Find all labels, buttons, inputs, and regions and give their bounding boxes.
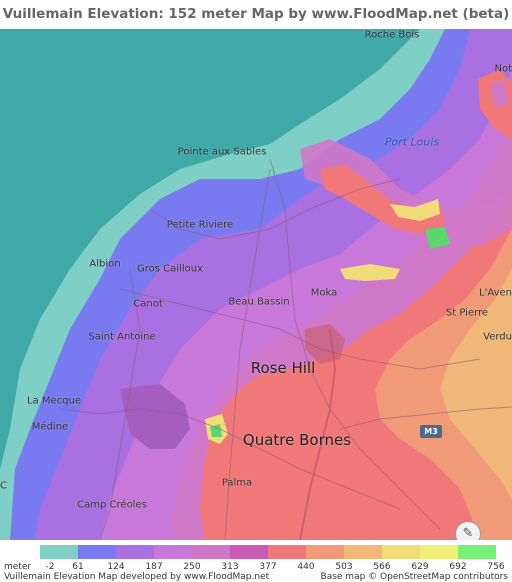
place-saint-antoine: Saint Antoine (88, 331, 156, 343)
legend-label: 313 (221, 562, 239, 572)
legend-label: 440 (297, 562, 315, 572)
place-palma: Palma (221, 477, 253, 489)
place-camp-creoles: Camp Créoles (77, 499, 147, 511)
legend-swatch (154, 545, 192, 559)
place-beau-bassin: Beau Bassin (228, 296, 290, 308)
legend-swatch (116, 545, 154, 559)
legend-color-bar (40, 545, 496, 559)
legend-label: 692 (449, 562, 467, 572)
legend-swatch (382, 545, 420, 559)
map-title: Vuillemain Elevation: 152 meter Map by w… (0, 0, 512, 28)
legend-label: 187 (145, 562, 163, 572)
elevation-layers (0, 29, 512, 540)
legend-swatch (40, 545, 78, 559)
place-gros-cailloux: Gros Cailloux (137, 263, 203, 275)
place-l-aven: L'Aven (479, 287, 512, 299)
place-rose-hill: Rose Hill (250, 359, 316, 377)
footer-basemap-credit: Base map © OpenStreetMap contributors (320, 572, 508, 582)
road-badge-m3: M3 (420, 425, 442, 438)
legend-swatch (344, 545, 382, 559)
legend-label: 503 (335, 562, 353, 572)
place-roche-bois: Roche Bois (364, 29, 420, 41)
legend-swatch (230, 545, 268, 559)
place-notre: Not (494, 63, 512, 75)
legend-unit: meter (4, 562, 32, 572)
legend-label: 629 (411, 562, 429, 572)
place-medine: Médine (31, 421, 69, 433)
legend-swatch (268, 545, 306, 559)
osm-logo-icon: ✎ (455, 521, 481, 540)
legend-label: -2 (45, 562, 55, 572)
legend-swatch (420, 545, 458, 559)
legend-label: 377 (259, 562, 277, 572)
legend-label: 250 (183, 562, 201, 572)
legend-swatch (458, 545, 496, 559)
footer-credit: Vuillemain Elevation Map developed by ww… (4, 572, 270, 582)
place-la-mecque: La Mecque (27, 395, 81, 407)
place-st-pierre: St Pierre (445, 307, 489, 319)
place-port-louis: Port Louis (384, 135, 440, 149)
place-canot: Canot (133, 298, 163, 310)
place-albion: Albion (89, 258, 121, 270)
legend-label: 61 (72, 562, 84, 572)
place-quatre-bornes: Quatre Bornes (242, 431, 352, 449)
legend-swatch (192, 545, 230, 559)
legend-swatch (78, 545, 116, 559)
legend-label: 566 (373, 562, 391, 572)
elevation-legend: meter -2 61 124 187 250 313 377 440 503 566 629 692… (0, 542, 512, 582)
place-verdun: Verdu (483, 331, 512, 343)
place-moka: Moka (310, 287, 338, 299)
legend-label: 124 (107, 562, 125, 572)
place-pointe-aux-sables: Pointe aux Sables (177, 146, 267, 158)
legend-swatch (306, 545, 344, 559)
legend-label: 756 (487, 562, 505, 572)
place-petite-riviere: Petite Riviere (166, 219, 234, 231)
place-edge-c: C (0, 480, 7, 492)
elevation-map[interactable]: Roche Bois Not Port Louis Pointe aux Sab… (0, 29, 512, 540)
